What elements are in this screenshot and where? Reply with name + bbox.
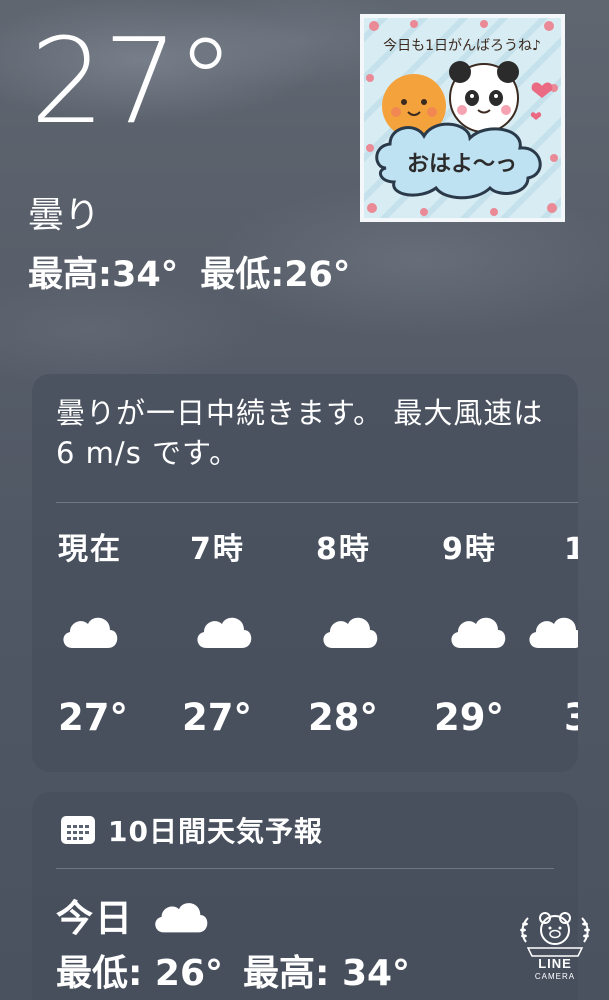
current-high: 最高:34°	[28, 255, 179, 295]
hour-time: 10時	[564, 532, 578, 567]
hour-item: 現在 27°	[58, 524, 168, 764]
watermark-sub: CAMERA	[534, 972, 576, 981]
sticker-top-text: 今日も1日がんばろうね♪	[383, 38, 541, 54]
hour-temperature: 29°	[434, 696, 504, 739]
hour-time: 7時	[190, 532, 245, 567]
sticker-cloud-text: おはよ〜っ	[407, 152, 517, 177]
sticker-illustration: 今日も1日がんばろうね♪ おはよ〜っ	[364, 18, 561, 218]
current-high-low: 最高:34° 最低:26°	[28, 256, 350, 295]
cloud-icon	[451, 617, 506, 648]
divider	[56, 502, 578, 503]
day-high-low: 最低: 26° 最高: 34°	[56, 944, 410, 996]
current-low: 最低:26°	[200, 255, 351, 295]
cloud-icon	[323, 617, 378, 648]
hour-time: 9時	[442, 532, 497, 567]
day-name: 今日	[56, 897, 134, 940]
day-high: 最高: 34°	[243, 953, 411, 994]
hour-temperature: 27°	[58, 696, 128, 739]
hour-item: 7時 27°	[182, 524, 292, 764]
hour-temperature: 27°	[182, 696, 252, 739]
calendar-icon	[61, 816, 95, 844]
hour-temperature: 30°	[564, 696, 578, 739]
panda-sticker-image: 今日も1日がんばろうね♪ おはよ〜っ	[360, 14, 565, 222]
daily-forecast-header: 10日間天気予報	[60, 812, 323, 848]
hour-temperature: 28°	[308, 696, 378, 739]
forecast-summary: 曇りが一日中続きます。 最大風速は6 m/s です。	[56, 396, 544, 470]
cloud-icon	[197, 617, 252, 648]
hour-item: 8時 28°	[308, 524, 418, 764]
current-temperature: 27°	[30, 12, 235, 150]
cloud-icon	[155, 903, 208, 933]
day-row-today[interactable]: 今日	[56, 890, 210, 940]
hourly-scroller[interactable]: 現在 27° 7時 27° 8時 28° 9時 29° 10時 30°	[32, 524, 578, 764]
cloud-icon	[63, 617, 118, 648]
day-low: 最低: 26°	[56, 953, 224, 994]
current-condition: 曇り	[28, 195, 101, 236]
hour-item: 10時 30°	[529, 524, 578, 764]
hourly-forecast-card[interactable]: 曇りが一日中続きます。 最大風速は6 m/s です。 現在 27° 7時 27°…	[32, 374, 578, 772]
hour-time: 8時	[316, 532, 371, 567]
daily-forecast-card[interactable]: 10日間天気予報 今日 最低: 26° 最高: 34°	[32, 792, 578, 1000]
hour-time: 現在	[58, 532, 122, 567]
line-camera-watermark: LINE CAMERA	[516, 908, 594, 986]
watermark-brand: LINE	[538, 956, 572, 971]
divider	[56, 868, 554, 869]
cloud-icon	[529, 617, 578, 648]
daily-forecast-title: 10日間天気予報	[108, 815, 323, 848]
bear-logo-icon	[520, 912, 590, 957]
